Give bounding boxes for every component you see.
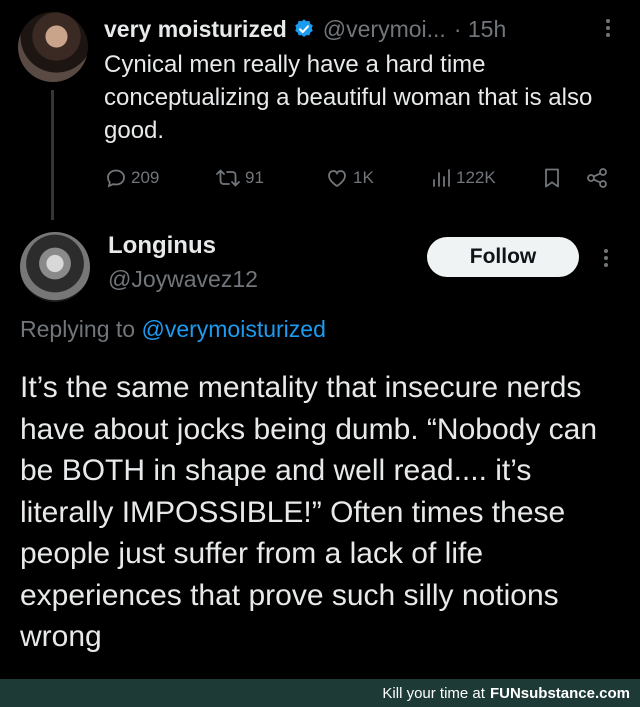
replying-prefix: Replying to [20,316,136,342]
display-name[interactable]: Longinus [108,232,216,260]
like-button[interactable]: 1K [324,166,374,190]
views-count: 122K [456,168,496,187]
watermark-brand-fun: FUN [489,684,521,702]
more-icon[interactable] [598,246,614,270]
replying-to: Replying to @verymoisturized [20,316,326,343]
retweet-count: 91 [245,168,264,187]
more-icon[interactable] [600,16,616,40]
bookmark-icon [545,168,559,188]
thread-line [51,90,54,220]
reply-count: 209 [131,168,160,187]
avatar[interactable] [18,12,88,82]
views-button[interactable]: 122K [429,166,496,190]
handle[interactable]: @Joywavez12 [108,266,258,293]
reply-icon [107,169,125,188]
share-button[interactable] [584,166,613,190]
tweet-text: Cynical men really have a hard time conc… [104,51,593,144]
retweet-button[interactable]: 91 [214,166,264,190]
tweet-text: It’s the same mentality that insecure ne… [20,371,598,653]
parent-tweet-header: very moisturized @verymoi... · 15h [104,13,506,45]
watermark-prefix: Kill your time at [382,684,485,702]
reply-button[interactable]: 209 [104,166,159,190]
like-icon [328,170,346,188]
timestamp[interactable]: · 15h [454,16,506,43]
like-count: 1K [353,168,374,187]
views-icon [433,169,450,187]
tweet-actions: 209 91 1K 122K [104,166,614,196]
watermark-brand-sub: substance.com [520,684,630,702]
follow-button[interactable]: Follow [427,237,579,277]
replying-to-link[interactable]: @verymoisturized [141,316,325,342]
parent-tweet[interactable]: very moisturized @verymoi... · 15h Cynic… [0,0,640,226]
avatar[interactable] [20,232,90,302]
retweet-icon [216,169,240,187]
bookmark-button[interactable] [541,166,566,190]
display-name[interactable]: very moisturized [104,16,287,43]
watermark-banner: Kill your time at FUN substance.com [0,679,640,707]
handle[interactable]: @verymoi... [323,16,446,43]
verified-icon [294,19,313,37]
share-icon [587,168,607,188]
